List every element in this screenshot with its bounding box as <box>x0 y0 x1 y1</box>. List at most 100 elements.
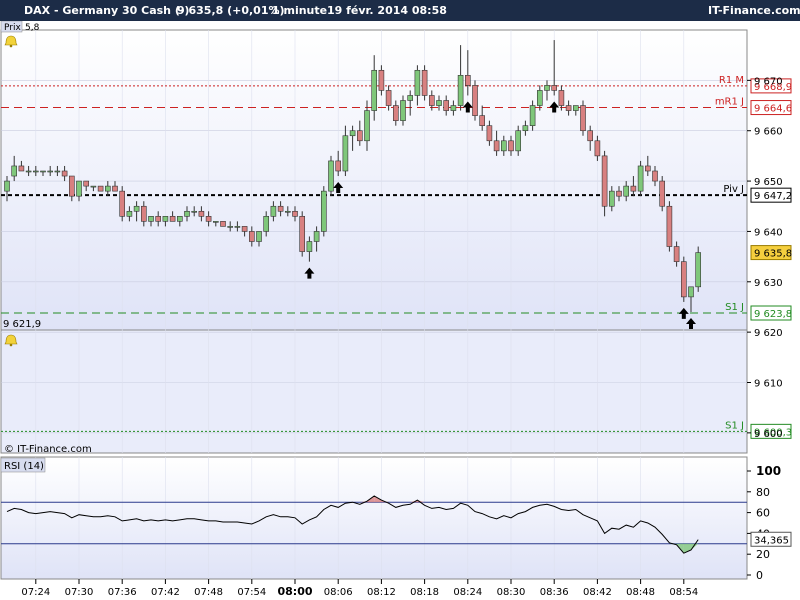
candle-body-up <box>608 190 615 207</box>
candle <box>320 186 327 237</box>
candle <box>601 150 608 217</box>
candle-body-down <box>385 90 392 106</box>
candle-body-down <box>249 231 255 242</box>
candle-body-up <box>47 170 54 173</box>
candle-body-down <box>299 216 306 252</box>
time-tick-label: 07:54 <box>237 587 266 598</box>
candle-body-down <box>83 180 89 187</box>
candle-body-down <box>644 165 651 172</box>
time-tick-label: 08:06 <box>324 587 353 598</box>
candle-body-up <box>11 165 17 177</box>
candle-body-up <box>572 105 579 111</box>
candle-body-up <box>414 69 421 96</box>
candle <box>680 256 687 302</box>
price-tick-label: 9 660 <box>754 127 783 138</box>
title-bar: DAX - Germany 30 Cash (-) 9 635,8 (+0,01… <box>0 0 800 21</box>
candle-body-down <box>479 115 486 126</box>
candle-body-up <box>328 160 334 192</box>
time-tick-label: 07:24 <box>21 587 50 598</box>
candle-body-up <box>32 170 39 173</box>
candle-body-up <box>522 125 529 132</box>
time-tick-label: 08:36 <box>540 587 569 598</box>
last-quote: 9 635,8 (+0,01%) <box>177 4 285 17</box>
candle <box>328 155 334 197</box>
pivot-level-tag: 9 664,6 <box>750 100 792 116</box>
candle-body-up <box>695 252 702 288</box>
price-tick-label: 9 600 <box>754 429 783 440</box>
candle-body-up <box>54 170 61 173</box>
time-tick-label: 08:12 <box>367 587 396 598</box>
candle-body-up <box>284 210 291 213</box>
candle <box>220 221 226 227</box>
candle-body-down <box>680 261 687 298</box>
candle-body-up <box>450 105 457 111</box>
candle <box>695 246 702 292</box>
candle-body-up <box>213 221 219 223</box>
price-axis: 9 668,99 664,69 647,29 623,89 600,39 600… <box>747 76 792 440</box>
candle-body-down <box>464 75 471 86</box>
candle-body-up <box>148 216 154 222</box>
candle-body-down <box>241 226 248 232</box>
candle-body-down <box>659 180 666 207</box>
candle-body-down <box>558 90 565 106</box>
candle-body-down <box>508 140 514 152</box>
candle-body-down <box>673 246 680 262</box>
candle-body-up <box>536 90 543 106</box>
candle-body-up <box>133 205 140 212</box>
chart-canvas[interactable]: R1 MmR1 JPiv JS1 JS1 J 07:24 07:30 07:36 07… <box>0 21 800 600</box>
candle-body-up <box>544 85 550 91</box>
candle-body-down <box>277 205 284 212</box>
pivot-level-tag-value: 9 623,8 <box>754 309 792 320</box>
session-low-label: 9 621,9 <box>3 319 41 330</box>
candle-body-up <box>256 231 262 242</box>
candle-body-down <box>443 100 450 111</box>
candle-body-down <box>155 216 161 222</box>
price-tick-label: 9 620 <box>754 328 783 339</box>
candle-body-up <box>162 216 169 222</box>
price-tick-label: 9 610 <box>754 379 783 390</box>
instrument-name: DAX - Germany 30 Cash (-) <box>24 4 190 17</box>
time-tick-label: 07:30 <box>65 587 94 598</box>
time-axis: 07:24 07:30 07:36 07:42 07:48 07:54 08:00 08:06… <box>21 579 698 598</box>
candle-body-up <box>234 226 241 228</box>
candle-body-up <box>371 69 378 111</box>
candle-body-up <box>40 170 46 173</box>
candle-body-down <box>551 85 558 91</box>
candle-body-down <box>652 170 658 182</box>
candle-body-down <box>421 69 428 96</box>
candle-body-up <box>177 216 183 222</box>
candle <box>637 160 644 197</box>
candle-body-up <box>623 185 630 197</box>
candle-body-down <box>205 216 212 222</box>
rsi-tick-label: 0 <box>756 569 763 582</box>
rsi-tick-label: 100 <box>756 464 781 478</box>
candle-body-down <box>616 190 622 197</box>
candle-body-up <box>349 130 356 137</box>
candle-body-up <box>529 105 536 126</box>
candle-body-up <box>306 241 313 252</box>
price-panel-lower[interactable] <box>0 329 748 454</box>
candle-body-up <box>688 286 694 298</box>
candle-body-down <box>112 185 118 192</box>
price-tick-label: 9 630 <box>754 278 783 289</box>
price-tick-label: 9 640 <box>754 227 783 238</box>
candle-body-down <box>356 130 363 142</box>
candle-body-down <box>472 85 478 116</box>
candle-body-up <box>457 75 464 106</box>
rsi-axis: 02040608010034,365 <box>747 464 792 582</box>
candle-body-up <box>105 185 111 192</box>
brand-logo: IT-Finance.com <box>708 4 800 17</box>
candle-body-up <box>263 216 270 232</box>
pivot-level-name: S1 J <box>725 420 744 431</box>
candle <box>472 80 478 121</box>
timeframe[interactable]: 1 minute <box>272 4 327 17</box>
time-tick-label: 07:36 <box>108 587 137 598</box>
time-tick-label: 08:42 <box>583 587 612 598</box>
pivot-level-tag-value: 9 647,2 <box>754 191 792 202</box>
candle-body-up <box>76 180 82 197</box>
candle-body-down <box>97 185 104 192</box>
rsi-panel[interactable] <box>0 456 748 580</box>
pivot-level-name: mR1 J <box>715 97 744 108</box>
candle-body-up <box>191 210 197 213</box>
candle-body-up <box>227 226 233 228</box>
